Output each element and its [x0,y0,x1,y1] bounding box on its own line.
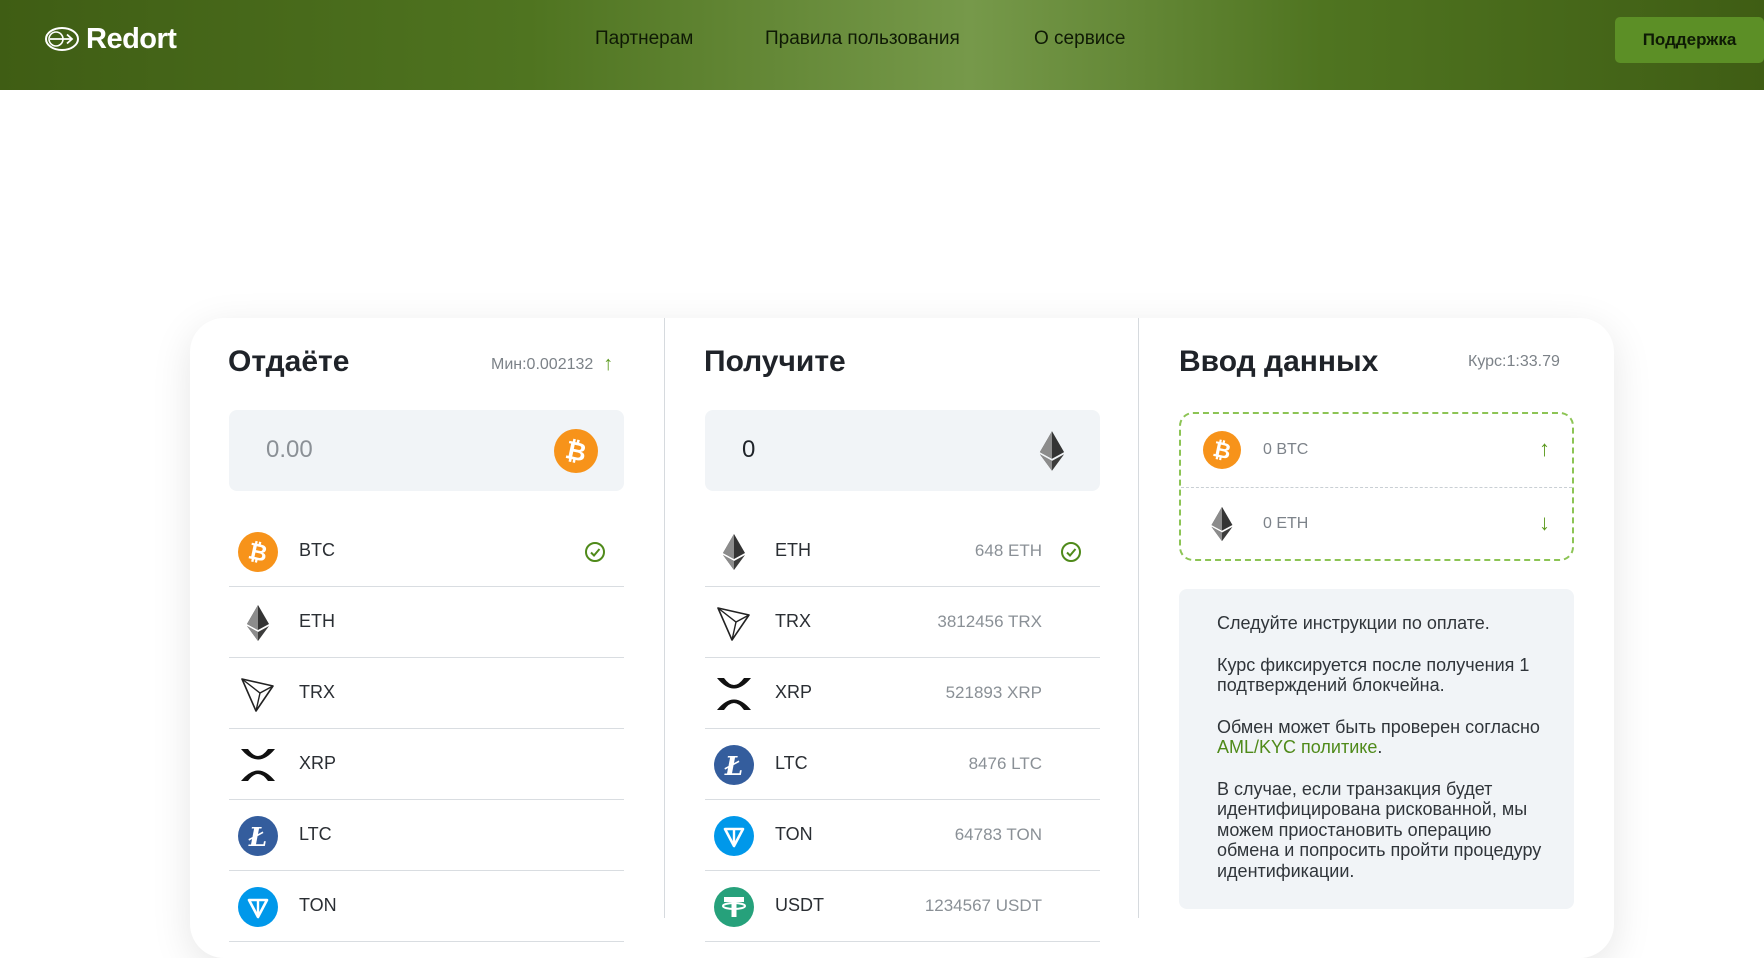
support-button[interactable]: Поддержка [1615,17,1764,63]
ton-icon [238,887,278,927]
give-amount-field[interactable]: 0.00 [229,410,624,491]
coin-symbol: XRP [775,682,813,702]
check-circle-icon [1060,541,1082,563]
coin-reserve: 648 ETH [974,541,1042,560]
arrow-up-icon: ↑ [1539,436,1550,461]
info-paragraph: Следуйте инструкции по оплате. [1217,613,1490,633]
coin-reserve: 3812456 TRX [937,612,1042,631]
coin-symbol: LTC [299,824,332,844]
btc-icon [238,532,278,572]
receive-coin-xrp[interactable]: XRP 521893 XRP [705,658,1100,729]
arrow-up-icon: ↑ [603,353,614,375]
coin-symbol: USDT [775,895,824,915]
receive-coin-ton[interactable]: TON 64783 TON [705,800,1100,871]
give-amount-input[interactable]: 0.00 [266,436,313,464]
give-title: Отдаёте [228,345,350,378]
ltc-icon [238,816,278,856]
trx-icon [714,603,754,643]
payment-info-box: Следуйте инструкции по оплате. Курс фикс… [1179,589,1574,909]
give-coin-trx[interactable]: TRX [229,658,624,729]
min-amount: Мин:0.002132 ↑ [491,353,613,376]
nav-link-about[interactable]: О сервисе [1034,28,1125,50]
give-coin-ton[interactable]: TON [229,871,624,942]
coin-symbol: TON [299,895,337,915]
arrow-down-icon: ↓ [1539,510,1550,535]
give-coin-eth[interactable]: ETH [229,587,624,658]
coin-symbol: ETH [299,611,335,631]
info-paragraph: Курс фиксируется после получения 1 подтв… [1217,654,1530,696]
give-coin-ltc[interactable]: LTC [229,800,624,871]
receive-amount-input[interactable]: 0 [742,436,755,464]
coin-symbol: LTC [775,753,808,773]
coin-reserve: 521893 XRP [945,683,1042,702]
coin-reserve: 64783 TON [954,825,1042,844]
usdt-icon [714,887,754,927]
xrp-icon [238,745,278,785]
nav-link-partners[interactable]: Партнерам [595,28,693,50]
receive-coin-ltc[interactable]: LTC 8476 LTC [705,729,1100,800]
site-header: Redort Партнерам Правила пользования О с… [0,0,1764,90]
give-coin-xrp[interactable]: XRP [229,729,624,800]
coin-symbol: TRX [775,611,811,631]
check-circle-icon [584,541,606,563]
ton-icon [714,816,754,856]
receive-coin-usdt[interactable]: USDT 1234567 USDT [705,871,1100,942]
eth-icon [1030,429,1074,473]
btc-icon [554,429,598,473]
receive-amount-field[interactable]: 0 [705,410,1100,491]
aml-kyc-policy-link[interactable]: AML/KYC политике [1217,737,1377,757]
input-data-title: Ввод данных [1179,345,1379,378]
coin-symbol: TRX [299,682,335,702]
summary-receive-value: 0 ETH [1263,515,1309,532]
coin-symbol: XRP [299,753,337,773]
eth-icon [714,532,754,572]
eth-icon [1203,505,1241,543]
coin-symbol: ETH [775,540,811,560]
coin-reserve: 8476 LTC [968,754,1042,773]
receive-coin-trx[interactable]: TRX 3812456 TRX [705,587,1100,658]
give-coin-list: BTC ETH TRX XRP LTC TON [229,516,624,942]
xrp-icon [714,674,754,714]
btc-icon [1203,431,1241,469]
coin-symbol: BTC [299,540,335,560]
summary-send-value: 0 BTC [1263,441,1309,458]
main-nav: Партнерам Правила пользования О сервисе [0,28,1764,54]
receive-coin-list: ETH 648 ETH TRX 3812456 TRX XRP 521893 X… [705,516,1100,942]
coin-reserve: 1234567 USDT [924,896,1042,915]
min-amount-label: Мин:0.002132 [491,355,594,373]
coin-symbol: TON [775,824,813,844]
summary-box: 0 BTC ↑ 0 ETH ↓ [1179,412,1574,561]
summary-receive-row: 0 ETH ↓ [1181,488,1572,561]
eth-icon [238,603,278,643]
nav-link-terms[interactable]: Правила пользования [765,28,960,50]
receive-title: Получите [704,345,846,378]
info-text: . [1377,737,1383,757]
receive-coin-eth[interactable]: ETH 648 ETH [705,516,1100,587]
trx-icon [238,674,278,714]
give-coin-btc[interactable]: BTC [229,516,624,587]
summary-send-row: 0 BTC ↑ [1181,414,1572,487]
info-paragraph-aml: Обмен может быть проверен согласно AML/K… [1217,717,1544,758]
info-text: Обмен может быть проверен согласно [1217,716,1540,737]
exchange-rate: Курс:1:33.79 [1468,353,1560,371]
exchange-rate-label: Курс:1:33.79 [1468,353,1560,370]
column-divider [1138,318,1139,918]
ltc-icon [714,745,754,785]
column-divider [664,318,665,918]
info-paragraph: В случае, если транзакция будет идентифи… [1217,778,1542,881]
